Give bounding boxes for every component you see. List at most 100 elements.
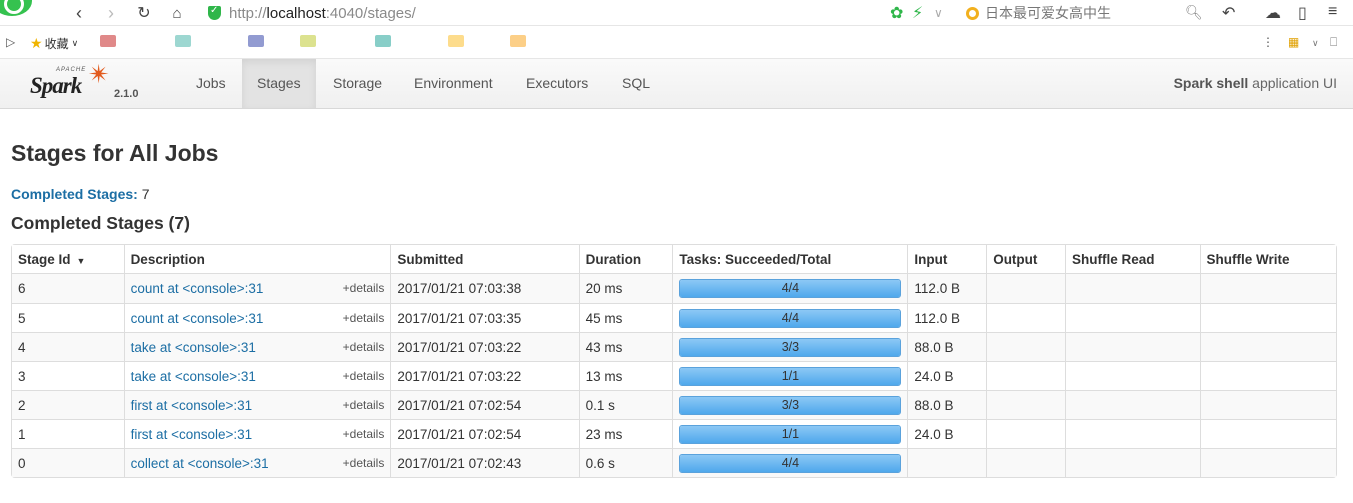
lightning-icon[interactable]: ⚡	[912, 3, 923, 23]
stage-description-link[interactable]: collect at <console>:31	[131, 456, 269, 471]
details-toggle[interactable]: +details	[343, 369, 385, 383]
duration: 0.1 s	[578, 390, 673, 419]
table-row: 3 take at <console>:31 +details 2017/01/21 …	[12, 361, 1336, 390]
output-size	[986, 274, 1066, 303]
bookmark-item[interactable]	[300, 35, 316, 47]
spark-navbar: APACHE Spark ✴ 2.1.0 Jobs Stages Storage…	[0, 59, 1353, 109]
bookmark-item[interactable]	[448, 35, 464, 47]
address-field[interactable]: http://localhost:4040/stages/	[208, 3, 878, 23]
details-toggle[interactable]: +details	[343, 456, 385, 470]
shuffle-read	[1065, 361, 1200, 390]
undo-icon[interactable]: ↶	[1222, 3, 1235, 23]
app-suffix: application UI	[1248, 75, 1337, 91]
shuffle-read	[1065, 274, 1200, 303]
bookmark-item[interactable]	[100, 35, 116, 47]
column-header-output[interactable]: Output	[986, 245, 1066, 274]
stage-description-link[interactable]: count at <console>:31	[131, 311, 264, 326]
spark-logo[interactable]: APACHE Spark ✴ 2.1.0	[30, 59, 140, 105]
extension-icon[interactable]: ✿	[890, 3, 903, 23]
completed-stages-link[interactable]: Completed Stages:	[11, 186, 138, 202]
forward-icon[interactable]: ›	[100, 2, 122, 24]
details-toggle[interactable]: +details	[343, 340, 385, 354]
details-toggle[interactable]: +details	[343, 281, 385, 295]
stage-description-link[interactable]: count at <console>:31	[131, 281, 264, 296]
stage-description-link[interactable]: take at <console>:31	[131, 369, 256, 384]
details-toggle[interactable]: +details	[343, 311, 385, 325]
stage-description-link[interactable]: first at <console>:31	[131, 427, 253, 442]
column-header-tasks[interactable]: Tasks: Succeeded/Total	[672, 245, 908, 274]
more-vertical-icon[interactable]: ⋮	[1262, 35, 1274, 49]
table-row: 2 first at <console>:31 +details 2017/01/21…	[12, 390, 1336, 419]
sidebar-toggle-icon[interactable]: ▷	[6, 35, 15, 49]
input-size: 24.0 B	[907, 361, 987, 390]
browser-search-input[interactable]: 日本最可爱女高中生	[966, 3, 1202, 23]
browser-logo-icon[interactable]	[0, 0, 32, 16]
stage-description-link[interactable]: take at <console>:31	[131, 340, 256, 355]
column-header-submitted[interactable]: Submitted	[390, 245, 579, 274]
tab-jobs[interactable]: Jobs	[181, 59, 241, 108]
tasks-progress-label: 4/4	[781, 281, 800, 295]
description-cell: first at <console>:31 +details	[123, 419, 391, 448]
details-toggle[interactable]: +details	[343, 427, 385, 441]
shuffle-read	[1065, 303, 1200, 332]
table-row: 5 count at <console>:31 +details 2017/01/21…	[12, 303, 1336, 332]
bookmark-item[interactable]	[175, 35, 191, 47]
completed-stages-table: Stage Id ▼ Description Submitted Duration…	[11, 244, 1337, 478]
chevron-down-icon[interactable]: ∨	[934, 6, 943, 20]
tasks-progress-label: 3/3	[781, 339, 800, 354]
output-size	[986, 361, 1066, 390]
tasks-progress-label: 4/4	[781, 310, 800, 325]
search-icon[interactable]: 🔍︎	[1185, 4, 1203, 21]
chevron-down-icon: ∨	[71, 38, 79, 48]
stage-description-link[interactable]: first at <console>:31	[131, 398, 253, 413]
column-header-stage-id[interactable]: Stage Id ▼	[12, 245, 124, 274]
tasks-progress-bar: 3/3	[679, 395, 902, 415]
tasks-progress-label: 3/3	[781, 397, 800, 412]
search-placeholder: 日本最可爱女高中生	[985, 5, 1111, 21]
tasks-cell: 4/4	[672, 274, 908, 303]
cloud-icon[interactable]: ☁	[1265, 3, 1281, 23]
tab-sql[interactable]: SQL	[607, 59, 665, 108]
phone-icon[interactable]: ▯	[1298, 3, 1307, 23]
bookmark-item[interactable]	[248, 35, 264, 47]
table-row: 4 take at <console>:31 +details 2017/01/21 …	[12, 332, 1336, 361]
description-cell: take at <console>:31 +details	[123, 332, 391, 361]
description-cell: count at <console>:31 +details	[123, 303, 391, 332]
favorites-button[interactable]: ★ 收藏 ∨	[30, 35, 78, 52]
tab-executors[interactable]: Executors	[511, 59, 603, 108]
tasks-progress-label: 1/1	[781, 426, 800, 441]
table-row: 6 count at <console>:31 +details 2017/01/21…	[12, 274, 1336, 303]
tab-storage[interactable]: Storage	[318, 59, 397, 108]
column-header-shuffle-write[interactable]: Shuffle Write	[1199, 245, 1336, 274]
bookmark-item[interactable]	[375, 35, 391, 47]
submitted-time: 2017/01/21 07:03:22	[390, 361, 579, 390]
tasks-cell: 1/1	[672, 419, 908, 448]
submitted-time: 2017/01/21 07:03:35	[390, 303, 579, 332]
apps-grid-icon[interactable]: ▦	[1288, 35, 1299, 49]
column-header-duration[interactable]: Duration	[578, 245, 673, 274]
reload-icon[interactable]: ↻	[133, 2, 155, 24]
favorites-label: 收藏	[44, 37, 69, 51]
completed-stages-heading[interactable]: Completed Stages (7)	[11, 213, 190, 234]
chevron-down-icon[interactable]: ∨	[1312, 38, 1319, 49]
menu-icon[interactable]: ≡	[1328, 3, 1337, 21]
details-toggle[interactable]: +details	[343, 398, 385, 412]
home-icon[interactable]: ⌂	[166, 2, 188, 24]
column-header-label: Stage Id	[18, 251, 71, 267]
tab-environment[interactable]: Environment	[399, 59, 508, 108]
extension-icon[interactable]: ⎕	[1330, 35, 1337, 50]
column-header-input[interactable]: Input	[907, 245, 987, 274]
column-header-shuffle-read[interactable]: Shuffle Read	[1065, 245, 1200, 274]
bookmark-item[interactable]	[510, 35, 526, 47]
tasks-progress-bar: 4/4	[679, 453, 902, 473]
table-header-row: Stage Id ▼ Description Submitted Duration…	[12, 245, 1336, 274]
duration: 0.6 s	[578, 448, 673, 477]
tab-stages[interactable]: Stages	[242, 59, 316, 108]
output-size	[986, 448, 1066, 477]
submitted-time: 2017/01/21 07:02:43	[390, 448, 579, 477]
star-icon: ★	[30, 35, 43, 51]
column-header-description[interactable]: Description	[123, 245, 391, 274]
duration: 20 ms	[578, 274, 673, 303]
stage-id: 4	[12, 332, 124, 361]
back-icon[interactable]: ‹	[68, 2, 90, 24]
